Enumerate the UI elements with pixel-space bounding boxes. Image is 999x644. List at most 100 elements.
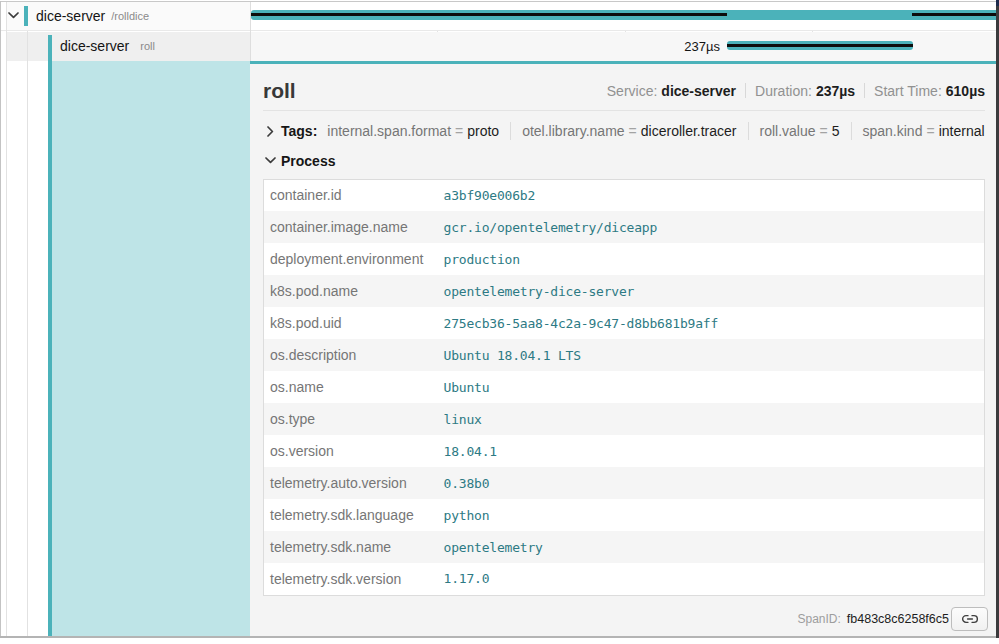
kv-value: production xyxy=(444,243,985,275)
frame-bottom-border xyxy=(0,636,997,638)
table-row: telemetry.sdk.version1.17.0 xyxy=(264,563,985,595)
overview-separator xyxy=(745,83,746,98)
tag-separator xyxy=(748,122,749,140)
kv-value: 275ecb36-5aa8-4c2a-9c47-d8bb681b9aff xyxy=(444,307,985,339)
frame-left-border xyxy=(0,1,1,638)
table-row: telemetry.auto.version0.38b0 xyxy=(264,467,985,499)
kv-value: Ubuntu xyxy=(444,371,985,403)
kv-value: linux xyxy=(444,403,985,435)
span-name-column-rolldice[interactable]: dice-server /rolldice xyxy=(6,2,250,30)
overview-label: Service: xyxy=(607,83,658,99)
span-detail-footer: SpanID: fb483c8c6258f6c5 xyxy=(263,607,985,631)
service-color-bar xyxy=(24,6,28,26)
kv-value: opentelemetry-dice-server xyxy=(444,275,985,307)
spanid-label: SpanID: xyxy=(797,612,840,626)
critical-path-segment xyxy=(727,44,913,47)
tags-section-label: Tags: xyxy=(281,123,317,139)
tag-key: roll.value xyxy=(760,123,816,139)
table-row: os.version18.04.1 xyxy=(264,435,985,467)
kv-value: 0.38b0 xyxy=(444,467,985,499)
operation-name: /rolldice xyxy=(111,10,149,22)
kv-value: 18.04.1 xyxy=(444,435,985,467)
kv-value: Ubuntu 18.04.1 LTS xyxy=(444,339,985,371)
span-detail-panel: roll Service: dice-server Duration: 237µ… xyxy=(250,61,999,637)
detail-row-color-tint xyxy=(52,61,250,637)
kv-key: k8s.pod.name xyxy=(264,275,444,307)
jaeger-trace-view: dice-server /rolldice dice-server roll 2… xyxy=(0,0,999,644)
kv-key: os.description xyxy=(264,339,444,371)
kv-value: gcr.io/opentelemetry/diceapp xyxy=(444,211,985,243)
spanid-value: fb483c8c6258f6c5 xyxy=(847,612,949,626)
table-row: k8s.pod.nameopentelemetry-dice-server xyxy=(264,275,985,307)
span-detail-header: roll Service: dice-server Duration: 237µ… xyxy=(263,64,985,111)
span-timeline-cell-roll[interactable]: 237µs xyxy=(251,32,999,61)
span-timeline-cell-rolldice[interactable] xyxy=(251,2,999,30)
table-row: deployment.environmentproduction xyxy=(264,243,985,275)
operation-name: roll xyxy=(140,40,155,52)
tag-separator xyxy=(510,122,511,140)
tags-expand-toggle[interactable] xyxy=(263,126,277,137)
kv-value: python xyxy=(444,499,985,531)
name-timeline-divider[interactable] xyxy=(250,2,251,61)
trace-span-rows: dice-server /rolldice dice-server roll 2… xyxy=(1,2,999,61)
kv-value: a3bf90e006b2 xyxy=(444,179,985,211)
span-name-column-roll[interactable]: dice-server roll xyxy=(6,32,250,61)
frame-top-border xyxy=(0,1,997,2)
overview-value: 237µs xyxy=(816,83,855,99)
span-duration-label: 237µs xyxy=(684,32,720,61)
table-row: os.descriptionUbuntu 18.04.1 LTS xyxy=(264,339,985,371)
chevron-right-icon xyxy=(267,126,274,137)
process-section-label: Process xyxy=(281,153,335,169)
kv-key: deployment.environment xyxy=(264,243,444,275)
tag-value: proto xyxy=(467,123,499,139)
tag-equals: = xyxy=(455,123,463,139)
kv-key: container.image.name xyxy=(264,211,444,243)
table-row: container.image.namegcr.io/opentelemetry… xyxy=(264,211,985,243)
link-icon xyxy=(962,611,978,627)
tree-indent-guide xyxy=(27,31,28,637)
collapse-children-button[interactable] xyxy=(7,9,19,23)
span-overview: Service: dice-server Duration: 237µs Sta… xyxy=(607,83,985,99)
tag-equals: = xyxy=(820,123,828,139)
overview-label: Start Time: xyxy=(874,83,942,99)
overview-label: Duration: xyxy=(755,83,812,99)
span-row-roll[interactable]: dice-server roll 237µs xyxy=(1,32,999,61)
tag-value: 5 xyxy=(832,123,840,139)
span-row-rolldice[interactable]: dice-server /rolldice xyxy=(1,2,999,31)
tag-key: internal.span.format xyxy=(327,123,451,139)
tag-equals: = xyxy=(629,123,637,139)
process-key-value-table: container.ida3bf90e006b2 container.image… xyxy=(263,179,985,596)
tag-separator xyxy=(851,122,852,140)
tree-indent-guide xyxy=(6,2,7,637)
table-row: container.ida3bf90e006b2 xyxy=(264,179,985,211)
copy-span-link-button[interactable] xyxy=(951,607,988,631)
overview-value: dice-server xyxy=(661,83,736,99)
table-row: os.typelinux xyxy=(264,403,985,435)
process-expand-toggle[interactable] xyxy=(263,157,277,164)
kv-key: k8s.pod.uid xyxy=(264,307,444,339)
kv-key: os.version xyxy=(264,435,444,467)
tag-key: otel.library.name xyxy=(522,123,624,139)
tag-value: diceroller.tracer xyxy=(641,123,737,139)
kv-key: telemetry.sdk.language xyxy=(264,499,444,531)
kv-key: container.id xyxy=(264,179,444,211)
service-name: dice-server xyxy=(36,8,105,24)
service-name: dice-server xyxy=(60,38,129,54)
tag-value: internal xyxy=(939,123,985,139)
kv-key: telemetry.sdk.version xyxy=(264,563,444,595)
overview-separator xyxy=(864,83,865,98)
table-row: k8s.pod.uid275ecb36-5aa8-4c2a-9c47-d8bb6… xyxy=(264,307,985,339)
table-row: os.nameUbuntu xyxy=(264,371,985,403)
overview-value: 610µs xyxy=(946,83,985,99)
kv-key: telemetry.sdk.name xyxy=(264,531,444,563)
tag-key: span.kind xyxy=(863,123,923,139)
critical-path-segment xyxy=(912,13,999,16)
tags-accordion[interactable]: Tags: internal.span.format = proto otel.… xyxy=(263,111,985,147)
kv-value: 1.17.0 xyxy=(444,563,985,595)
table-row: telemetry.sdk.languagepython xyxy=(264,499,985,531)
process-accordion[interactable]: Process xyxy=(263,147,985,173)
chevron-down-icon xyxy=(8,12,19,19)
kv-value: opentelemetry xyxy=(444,531,985,563)
chevron-down-icon xyxy=(265,157,276,164)
critical-path-segment xyxy=(251,13,727,16)
